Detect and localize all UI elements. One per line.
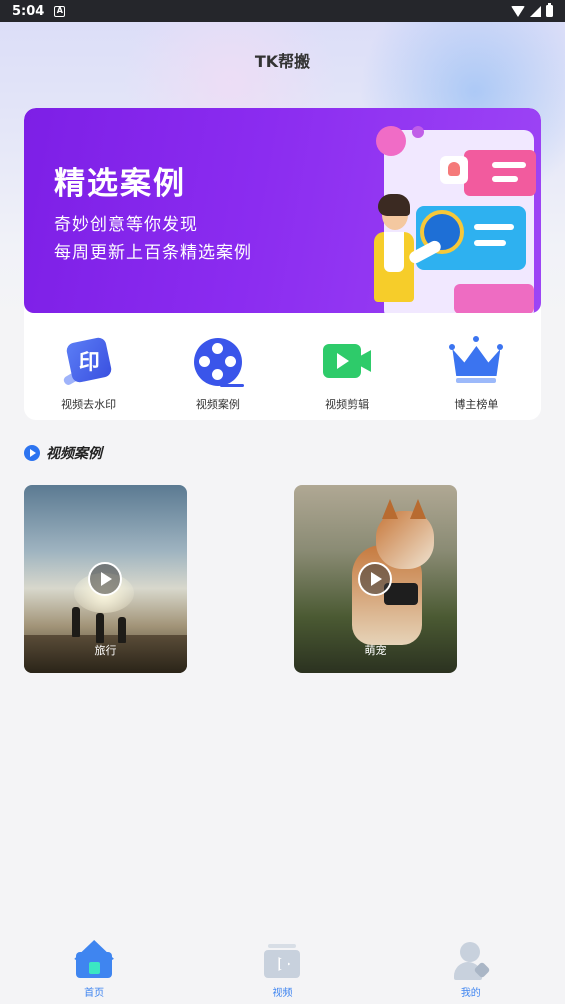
feature-grid: 印 视频去水印 视频案例 视频剪辑 博主榜单: [24, 328, 541, 418]
feature-blogger-ranking[interactable]: 博主榜单: [412, 328, 541, 418]
nav-label: 我的: [460, 988, 481, 999]
play-icon[interactable]: [358, 562, 392, 596]
feature-video-edit[interactable]: 视频剪辑: [283, 328, 412, 418]
feature-video-cases[interactable]: 视频案例: [153, 328, 282, 418]
nav-label: 视频: [272, 988, 293, 999]
feature-card: 精选案例 奇妙创意等你发现 每周更新上百条精选案例 印 视频去水印 视频案例 视…: [24, 108, 541, 420]
status-indicators: [511, 3, 553, 17]
section-title: 视频案例: [46, 446, 102, 462]
video-card-travel[interactable]: 旅行: [24, 485, 187, 673]
watermark-icon: 印: [61, 334, 117, 390]
video-caption: 萌宠: [364, 644, 387, 657]
video-caption: 旅行: [94, 644, 117, 657]
feature-remove-watermark[interactable]: 印 视频去水印: [24, 328, 153, 418]
nav-profile[interactable]: 我的: [377, 930, 565, 1004]
signal-icon: [530, 5, 541, 17]
battery-icon: [546, 3, 553, 17]
section-header: 视频案例: [24, 443, 102, 463]
page-title: TK帮搬: [254, 52, 311, 71]
nav-label: 首页: [84, 988, 105, 999]
video-card-pets[interactable]: 萌宠: [294, 485, 457, 673]
feature-label: 博主榜单: [454, 398, 499, 411]
banner-title: 精选案例: [54, 166, 186, 202]
notification-a-icon: A: [54, 5, 66, 17]
wifi-icon: [511, 5, 525, 17]
banner-subtitle-2: 每周更新上百条精选案例: [54, 243, 252, 263]
bottom-navigation: 首页 视频 我的: [0, 930, 565, 1004]
status-time: 5:04: [12, 3, 45, 19]
crown-icon: [448, 334, 504, 390]
promo-banner[interactable]: 精选案例 奇妙创意等你发现 每周更新上百条精选案例: [24, 108, 541, 313]
play-icon[interactable]: [88, 562, 122, 596]
banner-subtitle-1: 奇妙创意等你发现: [54, 215, 198, 235]
feature-label: 视频剪辑: [325, 398, 370, 411]
play-circle-icon: [24, 445, 40, 461]
status-bar: 5:04 A: [0, 0, 565, 22]
feature-label: 视频去水印: [61, 398, 117, 411]
video-camera-icon: [319, 334, 375, 390]
film-reel-icon: [190, 334, 246, 390]
profile-icon: [450, 940, 492, 980]
home-icon: [73, 940, 116, 980]
nav-video[interactable]: 视频: [188, 930, 376, 1004]
banner-illustration: [344, 108, 541, 313]
video-icon: [261, 940, 303, 980]
feature-label: 视频案例: [195, 398, 240, 411]
nav-home[interactable]: 首页: [0, 930, 188, 1004]
